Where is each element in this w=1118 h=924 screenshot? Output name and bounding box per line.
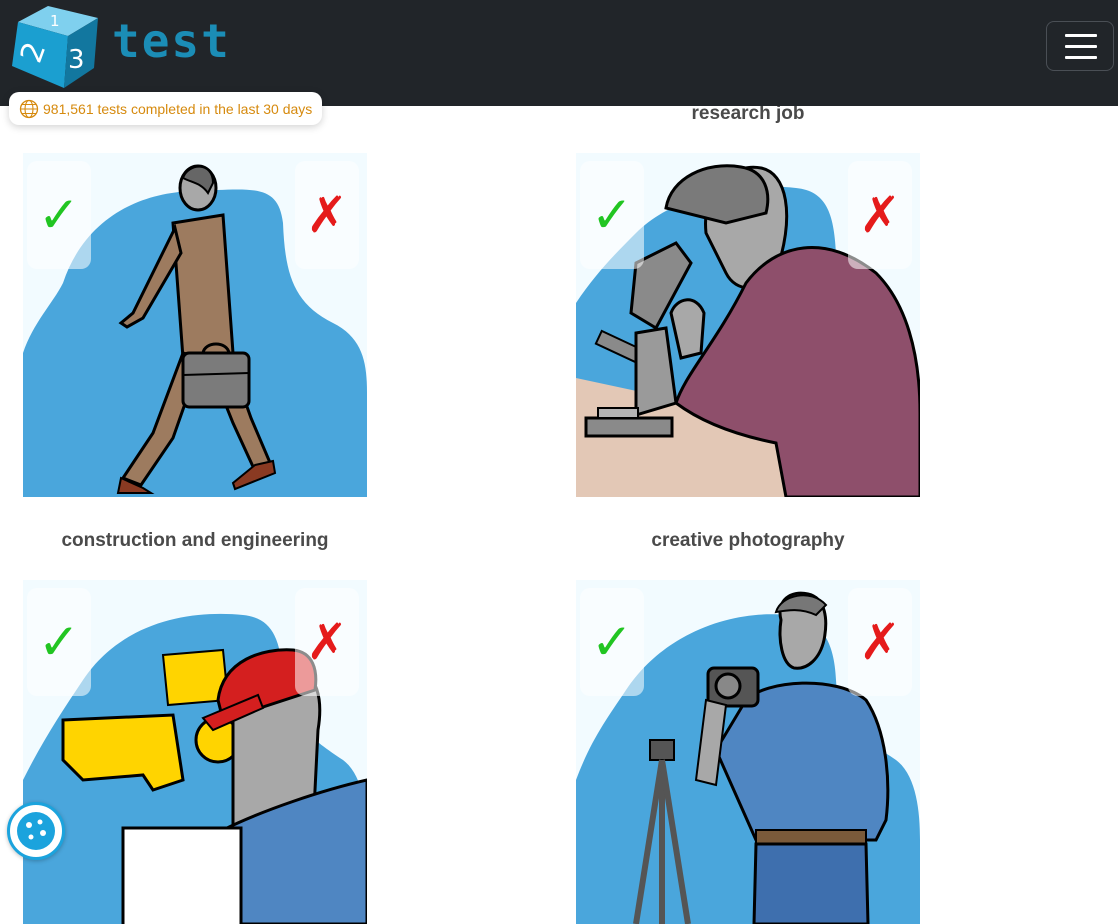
tests-counter-badge: 981,561 tests completed in the last 30 d… bbox=[9, 92, 323, 125]
cookie-settings-button[interactable] bbox=[7, 802, 65, 860]
cookie-icon bbox=[17, 812, 55, 850]
dislike-button[interactable]: ✗ bbox=[295, 588, 359, 696]
cross-icon: ✗ bbox=[306, 186, 348, 244]
dislike-button[interactable]: ✗ bbox=[848, 161, 912, 269]
menu-toggle-button[interactable] bbox=[1046, 21, 1114, 71]
job-card-businessman[interactable]: ✓ ✗ bbox=[23, 153, 367, 497]
hamburger-icon-bar bbox=[1065, 56, 1097, 59]
tests-counter-text: 981,561 tests completed in the last 30 d… bbox=[43, 100, 313, 117]
like-button[interactable]: ✓ bbox=[27, 161, 91, 269]
checkmark-icon: ✓ bbox=[591, 187, 633, 243]
card-title-3: construction and engineering bbox=[61, 530, 329, 551]
like-button[interactable]: ✓ bbox=[27, 588, 91, 696]
card-title-4: creative photography bbox=[651, 530, 845, 551]
cross-icon: ✗ bbox=[859, 613, 901, 671]
dice-logo-icon: 1 2 3 bbox=[12, 6, 98, 88]
top-navbar: 1 2 3 test bbox=[0, 0, 1118, 106]
brand-wordmark: test bbox=[112, 14, 231, 68]
dice-face-3: 3 bbox=[68, 45, 85, 75]
globe-icon bbox=[19, 99, 39, 118]
cross-icon: ✗ bbox=[859, 186, 901, 244]
job-card-photography[interactable]: ✓ ✗ bbox=[576, 580, 920, 924]
like-button[interactable]: ✓ bbox=[580, 161, 644, 269]
job-card-construction[interactable]: ✓ ✗ bbox=[23, 580, 367, 924]
like-button[interactable]: ✓ bbox=[580, 588, 644, 696]
dice-face-1: 1 bbox=[50, 12, 60, 30]
checkmark-icon: ✓ bbox=[591, 614, 633, 670]
hamburger-icon bbox=[1065, 34, 1097, 37]
brand-logo[interactable]: 1 2 3 test bbox=[8, 4, 231, 90]
dislike-button[interactable]: ✗ bbox=[848, 588, 912, 696]
dislike-button[interactable]: ✗ bbox=[295, 161, 359, 269]
checkmark-icon: ✓ bbox=[38, 187, 80, 243]
hamburger-icon-bar bbox=[1065, 45, 1097, 48]
job-card-research[interactable]: ✓ ✗ bbox=[576, 153, 920, 497]
cross-icon: ✗ bbox=[306, 613, 348, 671]
card-title-2: research job bbox=[691, 103, 805, 124]
checkmark-icon: ✓ bbox=[38, 614, 80, 670]
